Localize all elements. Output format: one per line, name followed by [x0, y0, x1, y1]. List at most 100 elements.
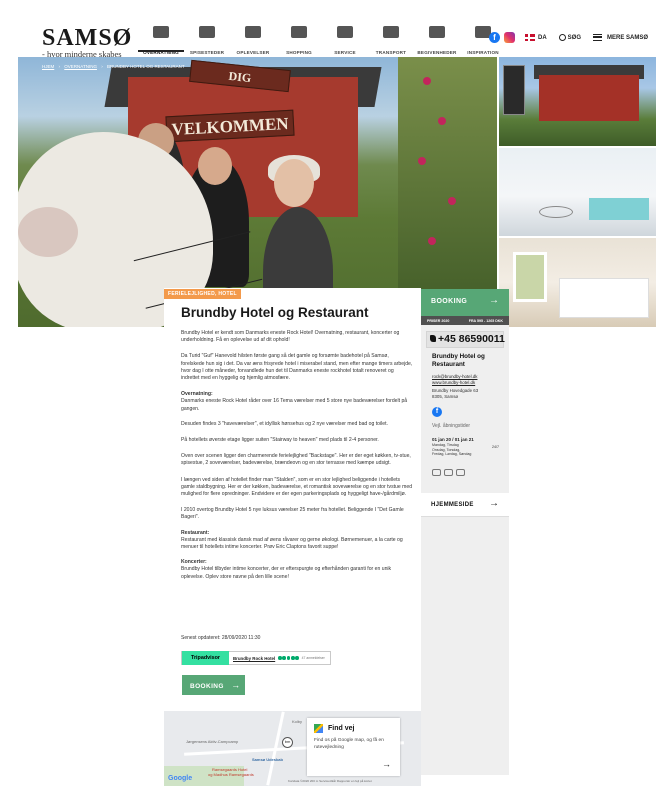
site-header: SAMSØ - hvor minderne skabes OVERNATNING… [0, 0, 656, 60]
rating-dot-icon [278, 656, 282, 660]
language-selector[interactable]: DA [538, 35, 547, 41]
paragraph-text: Restaurant med klassisk dansk mad af øen… [181, 536, 403, 551]
map-label: og Madhus Ramsegaards [208, 772, 254, 777]
directions-title: Find vej [314, 724, 393, 733]
gallery-thumb-room[interactable] [499, 148, 656, 236]
thumb-bed [559, 278, 649, 318]
category-badge: FERIELEJLIGHED, HOTEL [164, 289, 241, 299]
arrow-right-icon[interactable]: → [382, 759, 391, 769]
rating-dot-icon [282, 656, 287, 660]
homepage-label: HJEMMESIDE [431, 502, 474, 508]
nav-label: BEGIVENHEDER [417, 50, 457, 55]
nav-active-indicator [138, 50, 184, 52]
map-footer: Kortdata ©2020 200 m Servicevilkår Rappo… [288, 779, 372, 783]
breadcrumb-home[interactable]: HJEM [42, 64, 54, 69]
flower [448, 197, 456, 205]
hero-sign-welcome: VELKOMMEN [165, 109, 295, 143]
hero-hollyhocks [398, 57, 497, 327]
arrow-right-icon: → [231, 680, 241, 690]
hero-person-head [274, 159, 314, 207]
paragraph: Desuden findes 3 "haveværelser", et idyl… [181, 420, 388, 427]
directions-card[interactable]: Find vej Find os på Google map, og få en… [307, 718, 400, 776]
opening-hours-time: 24/7 [492, 445, 499, 449]
tripadvisor-link[interactable]: Brundby Rock Hotel [233, 656, 275, 661]
dining-icon [199, 26, 215, 38]
paragraph: Restaurant: Restaurant med klassisk dans… [181, 530, 413, 552]
facility-icons [432, 469, 468, 476]
nav-item-shopping[interactable]: SHOPPING [276, 26, 322, 59]
parking-icon [444, 469, 453, 476]
pets-icon [456, 469, 465, 476]
phone-number[interactable]: +45 86590011 [426, 331, 505, 348]
nav-item-begivenheder[interactable]: BEGIVENHEDER [414, 26, 460, 59]
paragraph: Da Turid "Guf" Hanevold hilsten første g… [181, 353, 413, 382]
breadcrumb-separator: › [101, 64, 103, 69]
nav-item-spisesteder[interactable]: SPISESTEDER [184, 26, 230, 59]
paragraph: Oven over scenen ligger den charmerende … [181, 453, 411, 467]
wifi-icon [432, 469, 441, 476]
nav-label: SERVICE [334, 50, 356, 55]
nav-label: SPISESTEDER [189, 50, 225, 55]
thumb-rock-sign [503, 65, 525, 115]
website-link[interactable]: www.brundby-hotel.dk [432, 380, 477, 386]
map-label: Samsø Udeskab [252, 757, 283, 762]
homepage-link[interactable]: HJEMMESIDE → [421, 493, 509, 517]
arrow-right-icon: → [489, 295, 499, 306]
tripadvisor-logo: Tripadvisor [182, 651, 229, 665]
flower [438, 117, 446, 125]
tripadvisor-widget[interactable]: Tripadvisor Brundby Rock Hotel 47 anmeld… [181, 651, 331, 665]
section-heading: Overnatning: [181, 391, 213, 398]
nav-item-service[interactable]: SERVICE [322, 26, 368, 59]
nav-item-oplevelser[interactable]: OPLEVELSER [230, 26, 276, 59]
sidebar-booking-button[interactable]: BOOKING → [421, 289, 509, 316]
header-actions: f DA SØG MERE SAMSØ [489, 32, 648, 43]
nav-label: SHOPPING [286, 50, 312, 55]
main-nav: OVERNATNING SPISESTEDER OPLEVELSER SHOPP… [138, 26, 506, 59]
paragraph-text: Danmarks eneste Rock Hotel råder over 16… [181, 398, 408, 412]
breadcrumb-current: BRUNDBY HOTEL OG RESTAURANT [106, 64, 185, 69]
gallery-thumb-exterior[interactable] [499, 57, 656, 146]
price-bar: PRISER 2020 FRA 595 - 1265 DKK [421, 316, 509, 325]
bike-icon [245, 26, 261, 38]
opening-hours-dates: 01 jan 20 / 01 jan 21 [432, 437, 474, 442]
paragraph: Overnatning: Danmarks eneste Rock Hotel … [181, 391, 413, 413]
map-label: Jørgensens Aktiv-Campcamp [186, 739, 239, 744]
paragraph: På hotellets øverste etage ligger suiten… [181, 437, 379, 444]
facebook-icon[interactable]: f [489, 32, 500, 43]
map-pin-icon[interactable]: bm [282, 737, 293, 748]
paragraph: I længen ved siden af hotellet finder ma… [181, 476, 413, 498]
danish-flag-icon[interactable] [525, 34, 535, 41]
opening-hours-days: Mandag, Tirsdag Onsdag, Torsdag, Fredag,… [432, 443, 471, 457]
section-heading: Koncerter: [181, 559, 207, 566]
nav-item-transport[interactable]: TRANSPORT [368, 26, 414, 59]
facebook-icon[interactable]: f [432, 407, 442, 417]
nav-label: OPLEVELSER [236, 50, 270, 55]
rating-dot-icon [291, 656, 295, 660]
booking-button-label: BOOKING [190, 683, 224, 690]
paragraph: Koncerter: Brundby Hotel tilbyder intime… [181, 559, 413, 581]
search-icon[interactable] [558, 34, 566, 41]
rating-dot-icon [286, 656, 291, 660]
hamburger-menu-icon[interactable] [593, 34, 603, 41]
calendar-icon [429, 26, 445, 38]
thumb-window [513, 252, 547, 302]
last-updated: Senest opdateret: 28/09/2020 11:30 [181, 635, 261, 641]
logo[interactable]: SAMSØ - hvor minderne skabes [42, 26, 132, 59]
instagram-icon[interactable] [504, 32, 515, 43]
hero-image[interactable]: DIG VELKOMMEN [18, 57, 497, 327]
review-count: 47 anmeldelser [301, 656, 325, 660]
breadcrumb: HJEM › OVERNATNING › BRUNDBY HOTEL OG RE… [42, 64, 188, 69]
breadcrumb-section[interactable]: OVERNATNING [64, 64, 97, 69]
gallery-thumb-bedroom[interactable] [499, 238, 656, 327]
nav-label: TRANSPORT [375, 50, 407, 55]
thumb-table [539, 206, 573, 218]
booking-button[interactable]: BOOKING → [182, 675, 245, 695]
contact-address: Brundby Hovedgade 63 8305, Samsø [432, 388, 478, 400]
directions-text: Find os på Google map, og få en rutevejl… [314, 738, 384, 750]
hero-person-head [198, 147, 232, 185]
more-samso-menu[interactable]: MERE SAMSØ [607, 35, 648, 41]
search-button[interactable]: SØG [568, 35, 581, 41]
nav-item-overnatning[interactable]: OVERNATNING [138, 26, 184, 59]
google-maps-icon [314, 724, 323, 733]
flower [423, 77, 431, 85]
